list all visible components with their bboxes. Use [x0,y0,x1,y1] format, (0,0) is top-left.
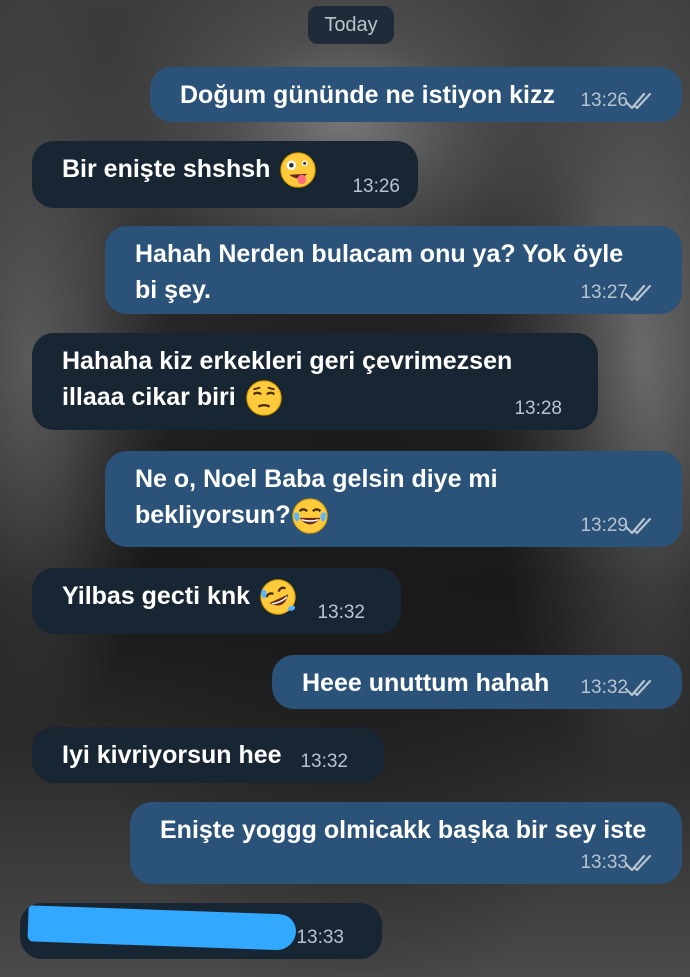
message-time: 13:32 [317,602,365,623]
double-check-icon [624,282,654,304]
message-bubble-outgoing[interactable]: Doğum gününde ne istiyon kizz 13:26 [150,67,682,122]
message-time: 13:32 [300,751,348,772]
message-text: Iyi kivriyorsun hee [62,741,282,769]
zany-face-emoji [279,151,317,189]
tears-of-joy-emoji [291,497,329,535]
message-text: Bir enişte shshsh [62,155,271,183]
message-bubble-outgoing[interactable]: Enişte yoggg olmicakk başka bir sey iste… [130,802,682,884]
message-bubble-incoming[interactable]: Iyi kivriyorsun hee 13:32 [32,727,384,783]
message-bubble-outgoing[interactable]: Ne o, Noel Baba gelsin diye mi bekliyors… [105,451,682,547]
message-time: 13:29 [580,515,628,536]
date-separator: Today [308,6,394,44]
message-time: 13:26 [352,176,400,197]
message-text: Hahah Nerden bulacam onu ya? Yok öyle bi… [135,240,624,304]
message-time: 13:33 [580,852,628,873]
message-bubble-incoming[interactable]: Bir enişte shshsh 13:26 [32,141,418,208]
message-bubble-incoming[interactable]: Yilbas gecti knk 13:32 [32,568,401,634]
message-text: Yilbas gecti knk [62,582,251,610]
double-check-icon [624,90,654,112]
double-check-icon [624,852,654,874]
message-time: 13:28 [514,398,562,419]
message-time: 13:33 [296,927,344,948]
message-time: 13:26 [580,90,628,111]
message-bubble-incoming[interactable]: Hahaha kiz erkekleri geri çevrimezsen il… [32,333,598,430]
message-text: Heee unuttum hahah [302,669,550,697]
unamused-face-emoji [245,379,283,417]
rofl-emoji [259,578,297,616]
message-time: 13:27 [580,282,628,303]
message-time: 13:32 [580,677,628,698]
message-bubble-outgoing[interactable]: Hahah Nerden bulacam onu ya? Yok öyle bi… [105,226,682,314]
message-bubble-outgoing[interactable]: Heee unuttum hahah 13:32 [272,655,682,709]
double-check-icon [624,677,654,699]
double-check-icon [624,515,654,537]
message-text: Enişte yoggg olmicakk başka bir sey iste [160,816,647,844]
message-text: Doğum gününde ne istiyon kizz [180,81,555,109]
message-text: Hahaha kiz erkekleri geri çevrimezsen il… [62,347,513,411]
